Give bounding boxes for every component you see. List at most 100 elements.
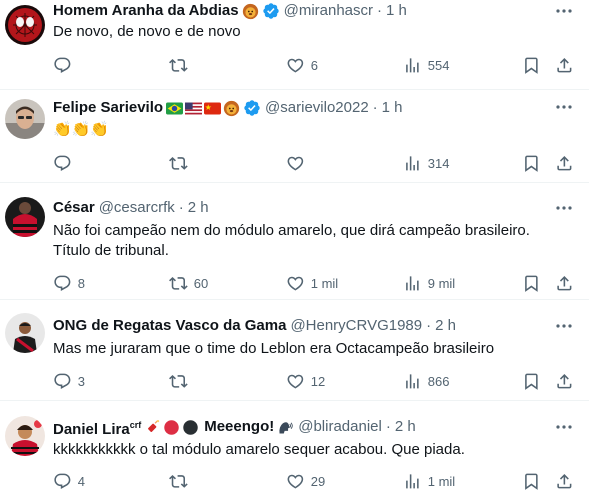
- views-button[interactable]: 866: [403, 371, 449, 391]
- user-handle[interactable]: @bliradaniel: [298, 417, 382, 437]
- share-icon: [555, 472, 574, 491]
- display-name[interactable]: Homem Aranha da Abdias: [53, 1, 239, 21]
- user-handle[interactable]: @sarievilo2022: [265, 98, 369, 118]
- views-button[interactable]: 554: [403, 55, 449, 75]
- timestamp[interactable]: 2 h: [188, 198, 209, 218]
- like-button[interactable]: 6: [286, 55, 318, 75]
- timestamp[interactable]: 1 h: [382, 98, 403, 118]
- retweet-icon: [169, 372, 188, 391]
- tweet-text: Não foi campeão nem do módulo amarelo, q…: [53, 221, 573, 261]
- avatar[interactable]: [5, 313, 45, 353]
- retweet-icon: [169, 154, 188, 173]
- separator-dot: ·: [372, 99, 378, 116]
- more-options-icon[interactable]: [553, 100, 575, 114]
- reply-button[interactable]: [53, 153, 72, 173]
- verified-badge-icon: [243, 99, 261, 117]
- tweet[interactable]: César @cesarcrfk · 2 h Não foi campeão n…: [0, 183, 589, 300]
- share-icon: [555, 56, 574, 75]
- view-count: 1 mil: [427, 473, 456, 489]
- views-button[interactable]: 314: [403, 153, 449, 173]
- avatar[interactable]: [5, 416, 45, 456]
- tweet-actions: 8 60 1 mil 9 mil: [53, 273, 575, 293]
- like-count: 29: [310, 473, 326, 489]
- views-icon: [403, 274, 422, 293]
- views-button[interactable]: 9 mil: [403, 273, 455, 293]
- display-name[interactable]: Felipe Sarievilo: [53, 98, 163, 118]
- bookmark-button[interactable]: [522, 371, 541, 391]
- name-superscript: crf: [129, 419, 142, 430]
- more-options-icon[interactable]: [553, 420, 575, 434]
- views-icon: [403, 472, 422, 491]
- retweet-button[interactable]: [169, 153, 188, 173]
- reply-icon: [53, 472, 72, 491]
- share-button[interactable]: [555, 471, 574, 491]
- separator-dot: ·: [377, 2, 383, 19]
- bookmark-icon: [522, 274, 541, 293]
- timestamp[interactable]: 1 h: [386, 1, 407, 21]
- views-icon: [403, 56, 422, 75]
- like-button[interactable]: 12: [286, 371, 325, 391]
- separator-dot: ·: [426, 317, 432, 334]
- retweet-button[interactable]: [169, 371, 188, 391]
- share-button[interactable]: [555, 273, 574, 293]
- reply-button[interactable]: 8: [53, 273, 85, 293]
- reply-button[interactable]: [53, 55, 72, 75]
- timestamp[interactable]: 2 h: [435, 316, 456, 336]
- tweet-text-line: De novo, de novo e de novo: [53, 23, 241, 40]
- like-button[interactable]: 1 mil: [286, 273, 338, 293]
- tweet-text: Mas me juraram que o time do Leblon era …: [53, 339, 573, 359]
- firecracker-emoji: [144, 419, 161, 436]
- bookmark-button[interactable]: [522, 55, 541, 75]
- display-name[interactable]: César: [53, 198, 95, 218]
- share-button[interactable]: [555, 153, 574, 173]
- tweet[interactable]: Homem Aranha da Abdias @miranhascr · 1 h…: [0, 0, 589, 90]
- share-icon: [555, 274, 574, 293]
- like-count: 1 mil: [310, 275, 339, 291]
- tweet-header: Felipe Sarievilo @sarievilo2022 · 1 h: [53, 98, 549, 118]
- retweet-icon: [169, 274, 188, 293]
- black-circle-emoji: [182, 419, 199, 436]
- reply-button[interactable]: 4: [53, 471, 85, 491]
- avatar[interactable]: [5, 197, 45, 237]
- like-button[interactable]: [286, 153, 305, 173]
- view-count: 9 mil: [427, 275, 456, 291]
- bookmark-button[interactable]: [522, 153, 541, 173]
- views-button[interactable]: 1 mil: [403, 471, 455, 491]
- retweet-icon: [169, 472, 188, 491]
- bookmark-button[interactable]: [522, 273, 541, 293]
- user-handle[interactable]: @HenryCRVG1989: [290, 316, 422, 336]
- user-handle[interactable]: @miranhascr: [284, 1, 373, 21]
- avatar[interactable]: [5, 5, 45, 45]
- bookmark-button[interactable]: [522, 471, 541, 491]
- retweet-button[interactable]: [169, 471, 188, 491]
- avatar[interactable]: [5, 99, 45, 139]
- like-count: 12: [310, 373, 326, 389]
- heart-icon: [286, 472, 305, 491]
- more-options-icon[interactable]: [553, 201, 575, 215]
- share-button[interactable]: [555, 55, 574, 75]
- tweet-actions: 4 29 1 mil: [53, 471, 575, 491]
- display-name[interactable]: ONG de Regatas Vasco da Gama: [53, 316, 286, 336]
- retweet-button[interactable]: [169, 55, 188, 75]
- display-name[interactable]: Daniel Liracrf: [53, 415, 141, 440]
- reply-icon: [53, 56, 72, 75]
- timestamp[interactable]: 2 h: [395, 417, 416, 437]
- tweet-text-line: 👏👏👏: [53, 121, 110, 138]
- tweet-text-line: kkkkkkkkkkk o tal módulo amarelo sequer …: [53, 441, 465, 458]
- tweet[interactable]: Felipe Sarievilo @sarievilo2022 · 1 h 👏👏…: [0, 90, 589, 183]
- reply-button[interactable]: 3: [53, 371, 85, 391]
- like-button[interactable]: 29: [286, 471, 325, 491]
- more-options-icon[interactable]: [553, 319, 575, 333]
- more-options-icon[interactable]: [553, 4, 575, 18]
- display-name-suffix[interactable]: Meeengo!: [204, 417, 274, 437]
- view-count: 314: [427, 155, 450, 171]
- retweet-button[interactable]: 60: [169, 273, 208, 293]
- tweet[interactable]: Daniel Liracrf Meeengo! @bliradaniel · 2…: [0, 401, 589, 496]
- user-handle[interactable]: @cesarcrfk: [99, 198, 175, 218]
- reply-icon: [53, 372, 72, 391]
- tweet[interactable]: ONG de Regatas Vasco da Gama @HenryCRVG1…: [0, 300, 589, 401]
- red-circle-emoji: [163, 419, 180, 436]
- view-count: 554: [427, 57, 450, 73]
- share-button[interactable]: [555, 371, 574, 391]
- lion-emoji: [223, 100, 240, 117]
